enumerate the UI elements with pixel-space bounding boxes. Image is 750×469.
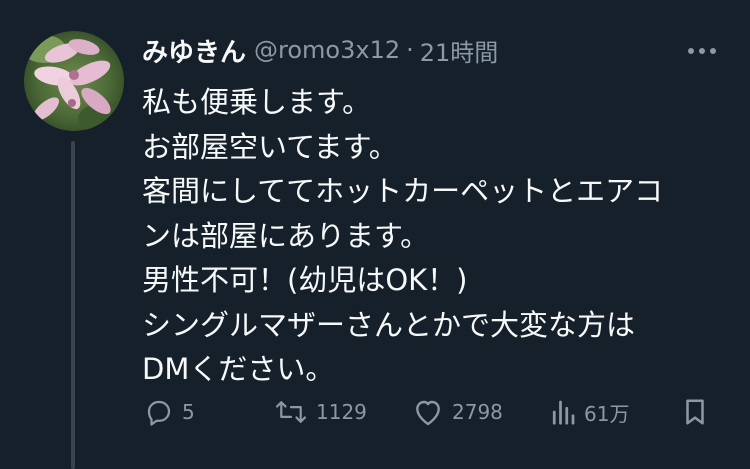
like-count: 2798 — [452, 400, 503, 424]
separator-dot: · — [406, 36, 414, 64]
user-handle[interactable]: @romo3x12 — [254, 36, 400, 64]
views-button[interactable]: 61万 — [550, 392, 629, 432]
tweet-text: 私も便乗します。 お部屋空いてます。 客間にしててホットカーペットとエアコ ンは… — [142, 80, 732, 392]
retweet-button[interactable]: 1129 — [274, 392, 367, 432]
action-bar: 5 1129 2798 61万 — [142, 392, 722, 432]
tweet-text-line: ンは部屋にあります。 — [142, 218, 430, 253]
thread-line — [71, 141, 75, 469]
tweet-header: みゆきん @romo3x12 · 21時間 — [142, 27, 730, 73]
heart-icon — [416, 400, 440, 426]
bookmark-button[interactable] — [682, 392, 708, 432]
tweet-text-line: 私も便乗します。 — [142, 85, 372, 119]
retweet-count: 1129 — [316, 400, 367, 424]
reply-button[interactable]: 5 — [144, 392, 195, 432]
tweet-text-line: シングルマザーさんとかで大変な方は — [142, 307, 636, 342]
avatar[interactable] — [24, 31, 124, 131]
tweet-text-line: 客間にしててホットカーペットとエアコ — [142, 174, 664, 208]
more-button[interactable] — [684, 33, 720, 69]
like-button[interactable]: 2798 — [412, 392, 503, 432]
tweet-text-line: 男性不可！(幼児はOK！) — [142, 263, 468, 297]
retweet-icon — [275, 401, 307, 423]
display-name[interactable]: みゆきん — [142, 32, 246, 69]
tweet-text-line: DMください。 — [142, 352, 335, 386]
avatar-image — [24, 31, 124, 131]
more-icon — [688, 48, 716, 54]
views-count: 61万 — [584, 401, 630, 426]
reply-count: 5 — [182, 400, 195, 424]
views-icon — [552, 400, 575, 425]
bookmark-icon — [686, 399, 704, 425]
tweet-text-line: お部屋空いてます。 — [142, 129, 398, 164]
timestamp[interactable]: 21時間 — [420, 33, 499, 68]
reply-icon — [147, 400, 171, 426]
